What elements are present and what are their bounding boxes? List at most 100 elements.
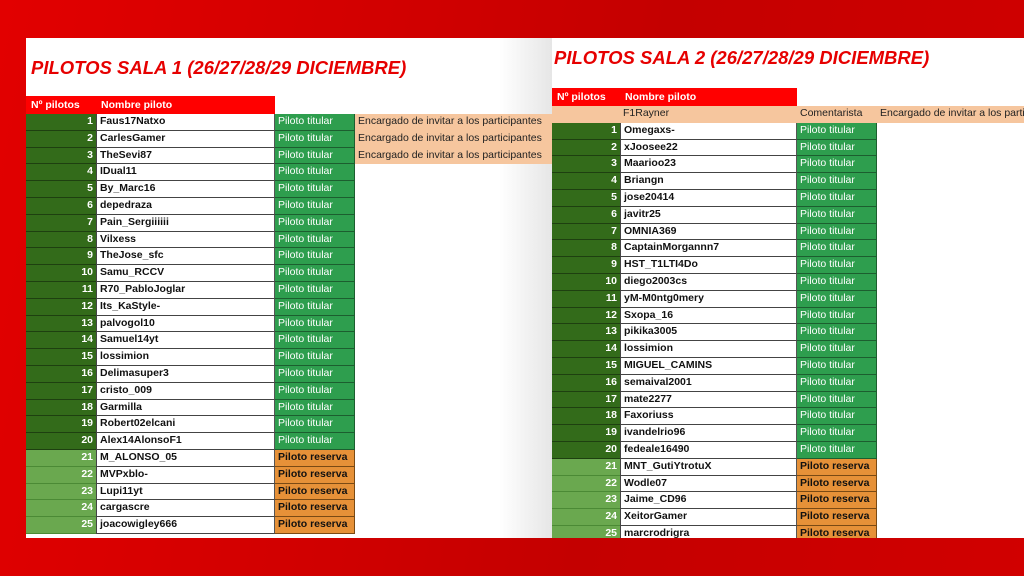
- pilot-name[interactable]: cargascre: [96, 500, 275, 518]
- pilot-status[interactable]: Piloto titular: [797, 156, 877, 174]
- pilot-number[interactable]: 25: [26, 517, 96, 534]
- pilot-name[interactable]: Garmilla: [96, 399, 275, 417]
- pilot-name[interactable]: Robert02elcani: [96, 416, 275, 434]
- pilot-number[interactable]: 12: [26, 298, 96, 316]
- pilot-name[interactable]: MVPxblo-: [96, 466, 275, 484]
- pilot-number[interactable]: 17: [552, 391, 620, 409]
- pilot-name[interactable]: M_ALONSO_05: [96, 449, 275, 467]
- pilot-number[interactable]: 8: [552, 240, 620, 258]
- pilot-name[interactable]: Samuel14yt: [96, 332, 275, 350]
- pilot-name[interactable]: Faxoriuss: [620, 408, 797, 426]
- pilot-name[interactable]: By_Marc16: [96, 181, 275, 198]
- pilot-status[interactable]: Piloto titular: [275, 298, 355, 316]
- staff-role[interactable]: Comentarista: [797, 106, 877, 123]
- pilot-name[interactable]: MNT_GutiYtrotuX: [620, 458, 797, 476]
- pilot-name[interactable]: XeitorGamer: [620, 509, 797, 526]
- pilot-name[interactable]: R70_PabloJoglar: [96, 281, 275, 299]
- pilot-name[interactable]: joacowigley666: [96, 517, 275, 534]
- pilot-name[interactable]: TheJose_sfc: [96, 248, 275, 266]
- pilot-number[interactable]: 9: [26, 248, 96, 266]
- pilot-number[interactable]: 13: [26, 315, 96, 333]
- pilot-status[interactable]: Piloto titular: [797, 122, 877, 140]
- pilot-name[interactable]: Sxopa_16: [620, 307, 797, 325]
- pilot-number[interactable]: 15: [552, 357, 620, 375]
- pilot-number[interactable]: 8: [26, 231, 96, 249]
- pilot-number[interactable]: 18: [26, 399, 96, 417]
- pilot-name[interactable]: ivandelrio96: [620, 425, 797, 442]
- pilot-name[interactable]: Pain_Sergiiiiii: [96, 214, 275, 232]
- pilot-status[interactable]: Piloto titular: [275, 399, 355, 417]
- pilot-name[interactable]: Maarioo23: [620, 156, 797, 174]
- pilot-number[interactable]: 24: [26, 500, 96, 518]
- pilot-number[interactable]: 2: [552, 139, 620, 157]
- pilot-number[interactable]: 5: [26, 181, 96, 198]
- pilot-name[interactable]: Alex14AlonsoF1: [96, 433, 275, 450]
- pilot-number[interactable]: 16: [552, 374, 620, 392]
- pilot-status[interactable]: Piloto titular: [275, 130, 355, 148]
- pilot-status[interactable]: Piloto titular: [797, 374, 877, 392]
- pilot-note[interactable]: Encargado de invitar a los participantes: [355, 147, 552, 165]
- pilot-status[interactable]: Piloto reserva: [275, 517, 355, 534]
- pilot-name[interactable]: HST_T1LTI4Do: [620, 257, 797, 274]
- pilot-number[interactable]: 21: [552, 458, 620, 476]
- pilot-number[interactable]: 19: [26, 416, 96, 434]
- pilot-status[interactable]: Piloto titular: [275, 281, 355, 299]
- pilot-note[interactable]: Encargado de invitar a los participantes: [355, 114, 552, 131]
- pilot-note[interactable]: Encargado de invitar a los participantes: [355, 130, 552, 148]
- pilot-status[interactable]: Piloto titular: [797, 189, 877, 207]
- pilot-number[interactable]: 22: [26, 466, 96, 484]
- pilot-number[interactable]: 25: [552, 525, 620, 538]
- pilot-status[interactable]: Piloto reserva: [797, 492, 877, 510]
- pilot-status[interactable]: Piloto reserva: [275, 483, 355, 501]
- pilot-name[interactable]: CaptainMorgannn7: [620, 240, 797, 258]
- pilot-number[interactable]: 7: [552, 223, 620, 241]
- pilot-name[interactable]: palvogol10: [96, 315, 275, 333]
- pilot-number[interactable]: 11: [26, 281, 96, 299]
- pilot-status[interactable]: Piloto titular: [797, 139, 877, 157]
- pilot-number[interactable]: 4: [26, 164, 96, 182]
- pilot-status[interactable]: Piloto titular: [275, 114, 355, 131]
- pilot-status[interactable]: Piloto titular: [797, 391, 877, 409]
- pilot-status[interactable]: Piloto titular: [797, 273, 877, 291]
- pilot-status[interactable]: Piloto titular: [275, 315, 355, 333]
- pilot-status[interactable]: Piloto reserva: [797, 475, 877, 493]
- pilot-name[interactable]: depedraza: [96, 197, 275, 215]
- pilot-status[interactable]: Piloto titular: [797, 408, 877, 426]
- pilot-number[interactable]: 24: [552, 509, 620, 526]
- pilot-name[interactable]: cristo_009: [96, 382, 275, 400]
- staff-note[interactable]: Encargado de invitar a los participantes: [877, 106, 1024, 123]
- pilot-number[interactable]: 3: [26, 147, 96, 165]
- pilot-name[interactable]: Vilxess: [96, 231, 275, 249]
- pilot-status[interactable]: Piloto titular: [275, 382, 355, 400]
- pilot-number[interactable]: 14: [26, 332, 96, 350]
- pilot-status[interactable]: Piloto reserva: [275, 466, 355, 484]
- pilot-name[interactable]: jose20414: [620, 189, 797, 207]
- pilot-status[interactable]: Piloto titular: [275, 214, 355, 232]
- pilot-status[interactable]: Piloto titular: [797, 341, 877, 358]
- pilot-name[interactable]: Its_KaStyle-: [96, 298, 275, 316]
- pilot-number[interactable]: 1: [26, 114, 96, 131]
- pilot-number[interactable]: 11: [552, 290, 620, 308]
- pilot-status[interactable]: Piloto reserva: [275, 449, 355, 467]
- pilot-number[interactable]: 15: [26, 349, 96, 366]
- pilot-name[interactable]: lossimion: [96, 349, 275, 366]
- pilot-name[interactable]: Briangn: [620, 173, 797, 190]
- pilot-number[interactable]: 22: [552, 475, 620, 493]
- pilot-status[interactable]: Piloto titular: [797, 223, 877, 241]
- pilot-status[interactable]: Piloto titular: [275, 416, 355, 434]
- pilot-number[interactable]: 14: [552, 341, 620, 358]
- pilot-name[interactable]: semaival2001: [620, 374, 797, 392]
- pilot-status[interactable]: Piloto titular: [275, 365, 355, 383]
- pilot-number[interactable]: 13: [552, 324, 620, 342]
- pilot-status[interactable]: Piloto reserva: [275, 500, 355, 518]
- pilot-status[interactable]: Piloto titular: [797, 257, 877, 274]
- pilot-name[interactable]: yM-M0ntg0mery: [620, 290, 797, 308]
- pilot-status[interactable]: Piloto titular: [797, 206, 877, 224]
- pilot-name[interactable]: diego2003cs: [620, 273, 797, 291]
- pilot-number[interactable]: 19: [552, 425, 620, 442]
- pilot-number[interactable]: 10: [26, 265, 96, 282]
- pilot-name[interactable]: Wodle07: [620, 475, 797, 493]
- pilot-number[interactable]: 10: [552, 273, 620, 291]
- pilot-name[interactable]: Samu_RCCV: [96, 265, 275, 282]
- pilot-name[interactable]: xJoosee22: [620, 139, 797, 157]
